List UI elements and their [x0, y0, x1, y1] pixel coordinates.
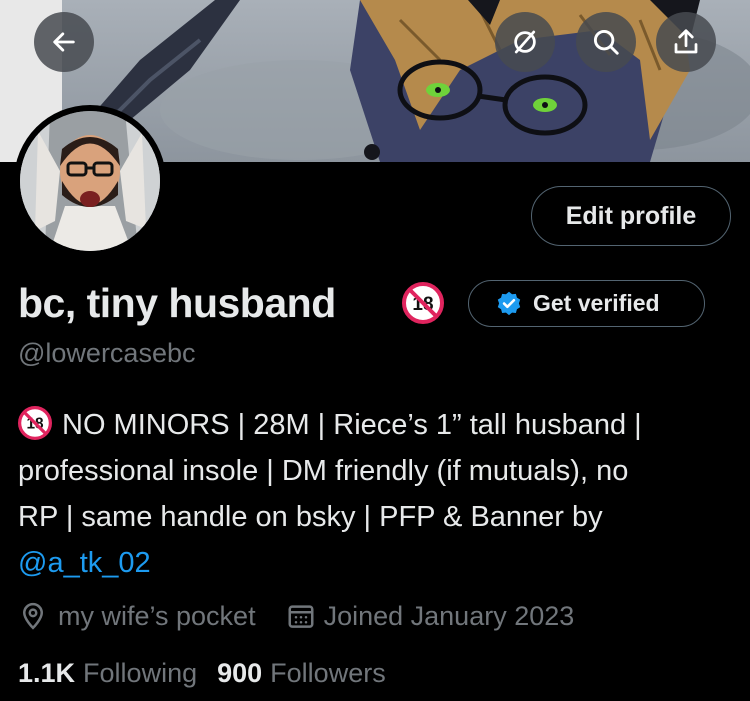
back-button[interactable] — [34, 12, 94, 72]
bio-line: professional insole | DM friendly (if mu… — [18, 448, 740, 494]
slashed-circle-icon — [514, 30, 536, 54]
hide-media-button[interactable] — [495, 12, 555, 72]
followers-label: Followers — [270, 658, 386, 688]
bio-line: @a_tk_02 — [18, 540, 740, 586]
verified-badge-icon — [497, 291, 521, 315]
no-under-18-icon: 18 — [18, 406, 52, 440]
share-icon — [674, 29, 698, 54]
get-verified-button[interactable]: Get verified — [468, 280, 705, 327]
edit-profile-button[interactable]: Edit profile — [531, 186, 731, 246]
following-count: 1.1K — [18, 658, 76, 688]
search-icon — [593, 29, 619, 55]
search-button[interactable] — [576, 12, 636, 72]
followers-link[interactable]: 900 Followers — [217, 658, 386, 689]
location-text: my wife’s pocket — [58, 600, 256, 631]
bio: 18 NO MINORS | 28M | Riece’s 1” tall hus… — [18, 402, 740, 586]
location-pin-icon — [22, 602, 44, 630]
avatar[interactable] — [14, 105, 166, 257]
following-label: Following — [83, 658, 198, 688]
bio-text: professional insole | DM friendly (if mu… — [18, 455, 629, 487]
followers-count: 900 — [217, 658, 263, 688]
bio-text: NO MINORS | 28M | Riece’s 1” tall husban… — [62, 409, 642, 441]
display-name: bc, tiny husband — [18, 280, 336, 326]
following-link[interactable]: 1.1K Following — [18, 658, 197, 689]
no-under-18-icon: 18 — [402, 282, 444, 324]
share-button[interactable] — [656, 12, 716, 72]
calendar-icon — [288, 605, 314, 628]
handle: @lowercasebc — [18, 338, 196, 368]
get-verified-label: Get verified — [533, 290, 660, 316]
follow-stats: 1.1K Following 900 Followers — [18, 658, 386, 689]
join-date: Joined January 2023 — [286, 600, 575, 632]
join-date-text: Joined January 2023 — [323, 600, 575, 631]
bio-line: RP | same handle on bsky | PFP & Banner … — [18, 494, 740, 540]
avatar-image — [20, 111, 160, 251]
profile-meta: my wife’s pocket Joined January 2023 — [18, 596, 574, 636]
location: my wife’s pocket — [18, 601, 256, 632]
bio-line: 18 NO MINORS | 28M | Riece’s 1” tall hus… — [18, 402, 740, 448]
arrow-left-icon — [53, 32, 75, 52]
bio-mention-link[interactable]: @a_tk_02 — [18, 547, 151, 579]
bio-text: RP | same handle on bsky | PFP & Banner … — [18, 501, 603, 533]
